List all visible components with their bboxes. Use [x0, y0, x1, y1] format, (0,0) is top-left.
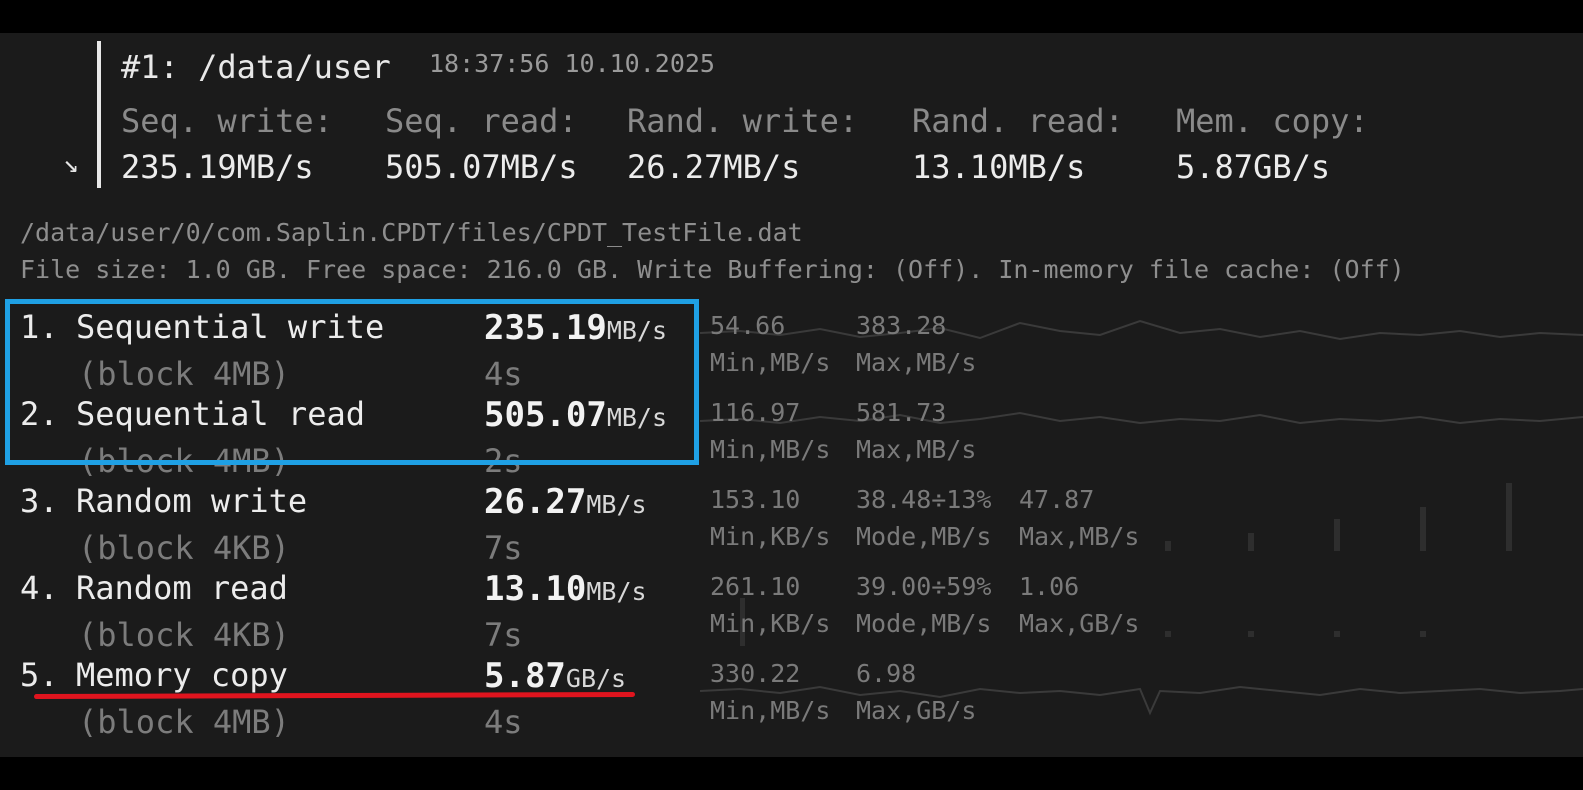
summary-label-seq-write: Seq. write: [121, 102, 333, 140]
graph-bar [1334, 519, 1340, 551]
throughput-graphs [700, 319, 1583, 716]
stat-max-value: 6.98 [856, 659, 917, 688]
test-block-size: (block 4MB) [78, 703, 290, 741]
graph-bar [1248, 533, 1254, 551]
stat-min-value: 261.10 [710, 572, 801, 601]
stat-mode-value: 38.48÷13% [856, 485, 992, 514]
stat-min-label: Min,KB/s [710, 609, 831, 638]
graph-bar [1248, 631, 1254, 637]
stat-mode-value: 39.00÷59% [856, 572, 992, 601]
test-name: Memory copy [76, 656, 288, 694]
graph-seq-read [700, 411, 1583, 425]
test-duration: 7s [484, 616, 523, 654]
speed-value: 26.27 [484, 482, 587, 522]
graph-bar [1334, 631, 1340, 637]
graph-bar [1165, 541, 1171, 551]
highlight-box-sequential [5, 299, 699, 465]
stat-max-label: Max,GB/s [856, 696, 977, 725]
test-file-details: File size: 1.0 GB. Free space: 216.0 GB.… [20, 255, 1405, 284]
test-number: 4. [20, 569, 59, 607]
stat-min-label: Min,MB/s [710, 696, 831, 725]
speed-unit: GB/s [565, 664, 627, 693]
stat-min-value: 153.10 [710, 485, 801, 514]
test-duration: 7s [484, 529, 523, 567]
test-file-path: /data/user/0/com.Saplin.CPDT/files/CPDT_… [20, 218, 803, 247]
highlight-underline-memory-copy [33, 691, 636, 700]
graph-seq-write [700, 319, 1583, 341]
stat-max-label: Max,MB/s [1019, 522, 1140, 551]
stat-mode-label: Mode,MB/s [856, 609, 992, 638]
summary-value-mem-copy: 5.87GB/s [1176, 148, 1331, 186]
test-number: 5. [20, 656, 59, 694]
stat-max-label: Max,MB/s [856, 435, 977, 464]
speed-value: 13.10 [484, 569, 587, 609]
test-row-random-write[interactable]: 3. Random write [20, 485, 307, 517]
stat-min-label: Min,MB/s [710, 348, 831, 377]
test-name: Random write [76, 482, 308, 520]
stat-min-value: 54.66 [710, 311, 786, 340]
test-speed: 5.87GB/s [484, 659, 626, 693]
summary-value-seq-read: 505.07MB/s [385, 148, 578, 186]
summary-label-seq-read: Seq. read: [385, 102, 578, 140]
stat-max-value: 383.28 [856, 311, 947, 340]
test-row-random-read[interactable]: 4. Random read [20, 572, 288, 604]
test-name: Random read [76, 569, 288, 607]
summary-value-rand-write: 26.27MB/s [627, 148, 801, 186]
stat-max-label: Max,GB/s [1019, 609, 1140, 638]
result-marker-bar [97, 41, 101, 188]
summary-value-seq-write: 235.19MB/s [121, 148, 314, 186]
arrow-down-right-icon[interactable]: ↘ [63, 151, 79, 177]
speed-value: 5.87 [484, 656, 566, 696]
test-speed: 13.10MB/s [484, 572, 647, 606]
results-screen: ↘ #1: /data/user 18:37:56 10.10.2025 Seq… [0, 33, 1583, 757]
graph-mem-copy [700, 685, 1583, 716]
speed-unit: MB/s [586, 490, 647, 519]
speed-unit: MB/s [586, 577, 647, 606]
test-duration: 4s [484, 703, 523, 741]
summary-label-rand-read: Rand. read: [912, 102, 1124, 140]
summary-label-mem-copy: Mem. copy: [1176, 102, 1369, 140]
test-speed: 26.27MB/s [484, 485, 647, 519]
test-number: 3. [20, 482, 59, 520]
graph-bar [1165, 631, 1171, 637]
stat-min-value: 330.22 [710, 659, 801, 688]
stat-mode-label: Mode,MB/s [856, 522, 992, 551]
result-title: #1: /data/user [121, 48, 391, 86]
stat-max-label: Max,MB/s [856, 348, 977, 377]
stat-max-value: 47.87 [1019, 485, 1095, 514]
summary-label-rand-write: Rand. write: [627, 102, 859, 140]
stat-min-label: Min,KB/s [710, 522, 831, 551]
test-row-memory-copy[interactable]: 5. Memory copy [20, 659, 288, 691]
stat-max-value: 1.06 [1019, 572, 1080, 601]
stat-min-value: 116.97 [710, 398, 801, 427]
graph-bar [1420, 507, 1426, 551]
stat-max-value: 581.73 [856, 398, 947, 427]
result-timestamp: 18:37:56 10.10.2025 [429, 49, 715, 78]
graph-bar [1506, 483, 1512, 551]
stat-min-label: Min,MB/s [710, 435, 831, 464]
test-block-size: (block 4KB) [78, 616, 290, 654]
graph-bar [1420, 631, 1426, 637]
test-block-size: (block 4KB) [78, 529, 290, 567]
summary-value-rand-read: 13.10MB/s [912, 148, 1086, 186]
